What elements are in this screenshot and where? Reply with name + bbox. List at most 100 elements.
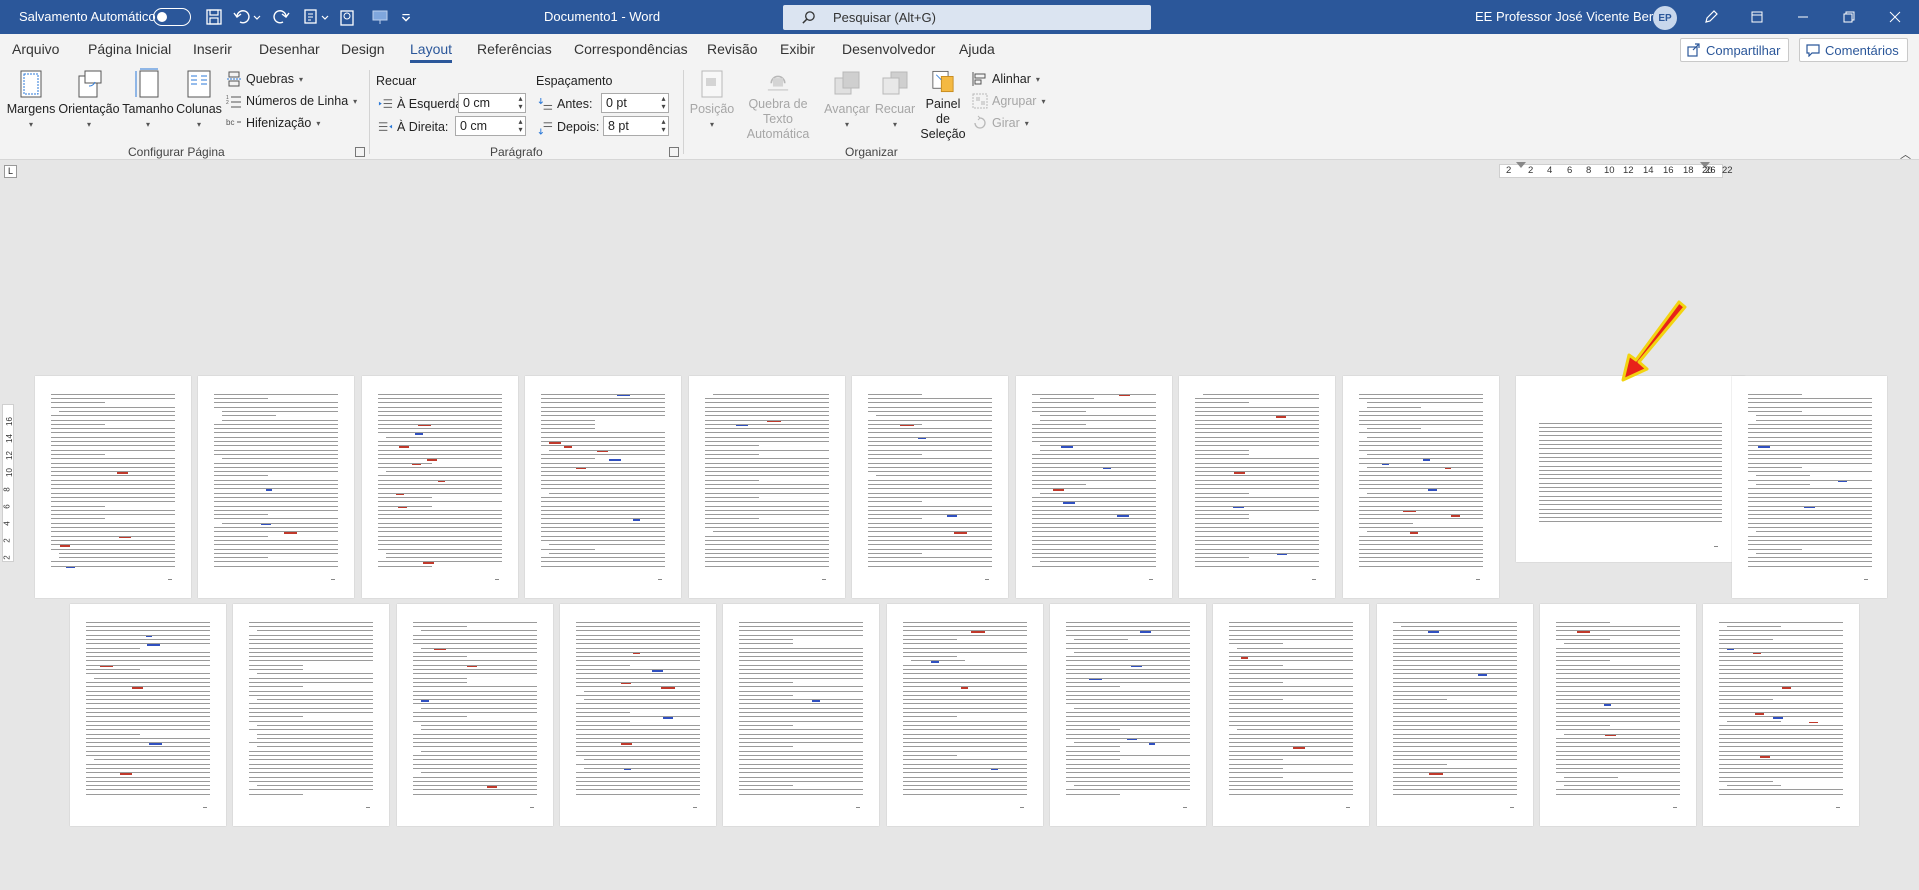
spacing-before-input[interactable]: 0 pt <box>601 93 669 113</box>
redo-icon[interactable] <box>271 7 291 27</box>
tab-referencias[interactable]: Referências <box>477 41 552 57</box>
tab-desenvolvedor[interactable]: Desenvolvedor <box>842 41 935 57</box>
hyphenation-button[interactable]: bc Hifenização ▾ <box>226 113 320 133</box>
format-dropdown-icon[interactable] <box>320 7 330 27</box>
selection-pane-button[interactable]: Painel de Seleção <box>917 68 969 142</box>
document-page[interactable] <box>887 604 1043 826</box>
text-line <box>1747 518 1872 520</box>
document-page[interactable] <box>362 376 518 598</box>
text-line <box>867 565 993 567</box>
page-number-mark <box>1476 579 1481 581</box>
text-line <box>50 509 176 511</box>
search-box[interactable]: Pesquisar (Alt+G) <box>783 5 1151 30</box>
tab-desenhar[interactable]: Desenhar <box>259 41 320 57</box>
pen-icon[interactable] <box>1688 0 1734 34</box>
document-page[interactable] <box>1343 376 1499 598</box>
text-line <box>248 647 374 649</box>
text-line <box>1358 565 1484 567</box>
format-painter-icon[interactable] <box>301 7 321 27</box>
spacing-after-input[interactable]: 8 pt <box>603 116 669 136</box>
document-page[interactable] <box>233 604 389 826</box>
document-page[interactable] <box>1050 604 1206 826</box>
document-page[interactable] <box>1703 604 1859 826</box>
document-page[interactable] <box>723 604 879 826</box>
horizontal-ruler[interactable]: 2 2 4 6 8 10 12 14 16 18 20 22 26 <box>1499 162 1733 178</box>
tab-selector-icon[interactable]: L <box>4 165 17 178</box>
group-button[interactable]: Agrupar ▾ <box>972 91 1046 111</box>
comments-button[interactable]: Comentários <box>1799 38 1908 62</box>
text-line <box>902 669 1028 671</box>
text-line <box>1392 669 1518 671</box>
document-page[interactable] <box>198 376 354 598</box>
print-preview-icon[interactable] <box>337 7 357 27</box>
document-page[interactable] <box>1540 604 1696 826</box>
document-page[interactable] <box>70 604 226 826</box>
line-numbers-button[interactable]: 12 Números de Linha ▾ <box>226 91 357 111</box>
position-button[interactable]: Posição ▾ <box>688 68 736 142</box>
document-page[interactable] <box>1377 604 1533 826</box>
text-line <box>1555 793 1681 795</box>
text-line <box>1358 535 1484 537</box>
undo-dropdown-icon[interactable] <box>252 7 262 27</box>
columns-button[interactable]: Colunas ▾ <box>175 68 223 142</box>
tab-arquivo[interactable]: Arquivo <box>12 41 59 57</box>
document-page[interactable] <box>1016 376 1172 598</box>
text-line <box>738 669 864 671</box>
save-icon[interactable] <box>204 7 224 27</box>
rotate-button[interactable]: Girar ▾ <box>972 113 1029 133</box>
breaks-button[interactable]: Quebras ▾ <box>226 69 303 89</box>
ribbon-display-icon[interactable] <box>1734 0 1780 34</box>
left-indent-marker[interactable] <box>1516 162 1526 168</box>
text-line <box>93 677 211 679</box>
tab-revisao[interactable]: Revisão <box>707 41 758 57</box>
document-page[interactable] <box>689 376 845 598</box>
indent-right-input[interactable]: 0 cm <box>455 116 526 136</box>
avatar[interactable]: EP <box>1653 6 1677 30</box>
document-page[interactable] <box>852 376 1008 598</box>
document-page[interactable] <box>1732 376 1887 598</box>
document-page[interactable] <box>397 604 553 826</box>
align-button[interactable]: Alinhar ▾ <box>972 69 1040 89</box>
document-page[interactable] <box>1213 604 1369 826</box>
proofing-mark <box>398 446 409 448</box>
restore-icon[interactable] <box>1826 0 1872 34</box>
vertical-ruler[interactable]: 2 2 4 6 8 10 12 14 16 <box>2 404 14 562</box>
wrap-text-button[interactable]: Quebra de Texto Automática <box>735 68 821 142</box>
close-icon[interactable] <box>1872 0 1918 34</box>
text-line <box>1228 750 1354 752</box>
tab-inserir[interactable]: Inserir <box>193 41 232 57</box>
document-page[interactable] <box>35 376 191 598</box>
tab-layout[interactable]: Layout <box>410 41 453 63</box>
text-line <box>540 531 666 533</box>
bring-forward-button[interactable]: Avançar ▾ <box>823 68 871 142</box>
send-backward-button[interactable]: Recuar ▾ <box>872 68 918 142</box>
text-line <box>1392 750 1518 752</box>
undo-icon[interactable] <box>232 7 252 27</box>
indent-left-input[interactable]: 0 cm <box>458 93 526 113</box>
orientation-button[interactable]: Orientação ▾ <box>58 68 120 142</box>
document-page[interactable] <box>525 376 681 598</box>
tab-design[interactable]: Design <box>341 41 385 57</box>
size-button[interactable]: Tamanho ▾ <box>122 68 174 142</box>
presentation-icon[interactable] <box>370 7 390 27</box>
margins-button[interactable]: Margens ▾ <box>7 68 55 142</box>
document-page[interactable] <box>1179 376 1335 598</box>
tab-correspondencias[interactable]: Correspondências <box>574 41 688 57</box>
customize-qat-icon[interactable] <box>400 7 412 27</box>
minimize-icon[interactable] <box>1780 0 1826 34</box>
paragraph-launcher-icon[interactable] <box>669 147 679 157</box>
tab-pagina-inicial[interactable]: Página Inicial <box>88 41 171 57</box>
proofing-mark <box>60 545 71 547</box>
page-setup-launcher-icon[interactable] <box>355 147 365 157</box>
text-line <box>1718 729 1844 731</box>
proofing-mark <box>433 648 446 651</box>
tab-ajuda[interactable]: Ajuda <box>959 41 995 57</box>
document-page[interactable] <box>1516 376 1745 562</box>
autosave-toggle[interactable] <box>153 8 191 26</box>
text-line <box>1031 428 1157 430</box>
share-button[interactable]: Compartilhar <box>1680 38 1790 62</box>
tab-exibir[interactable]: Exibir <box>780 41 815 57</box>
text-line <box>1747 398 1872 400</box>
document-page[interactable] <box>560 604 716 826</box>
text-line <box>1039 449 1157 451</box>
